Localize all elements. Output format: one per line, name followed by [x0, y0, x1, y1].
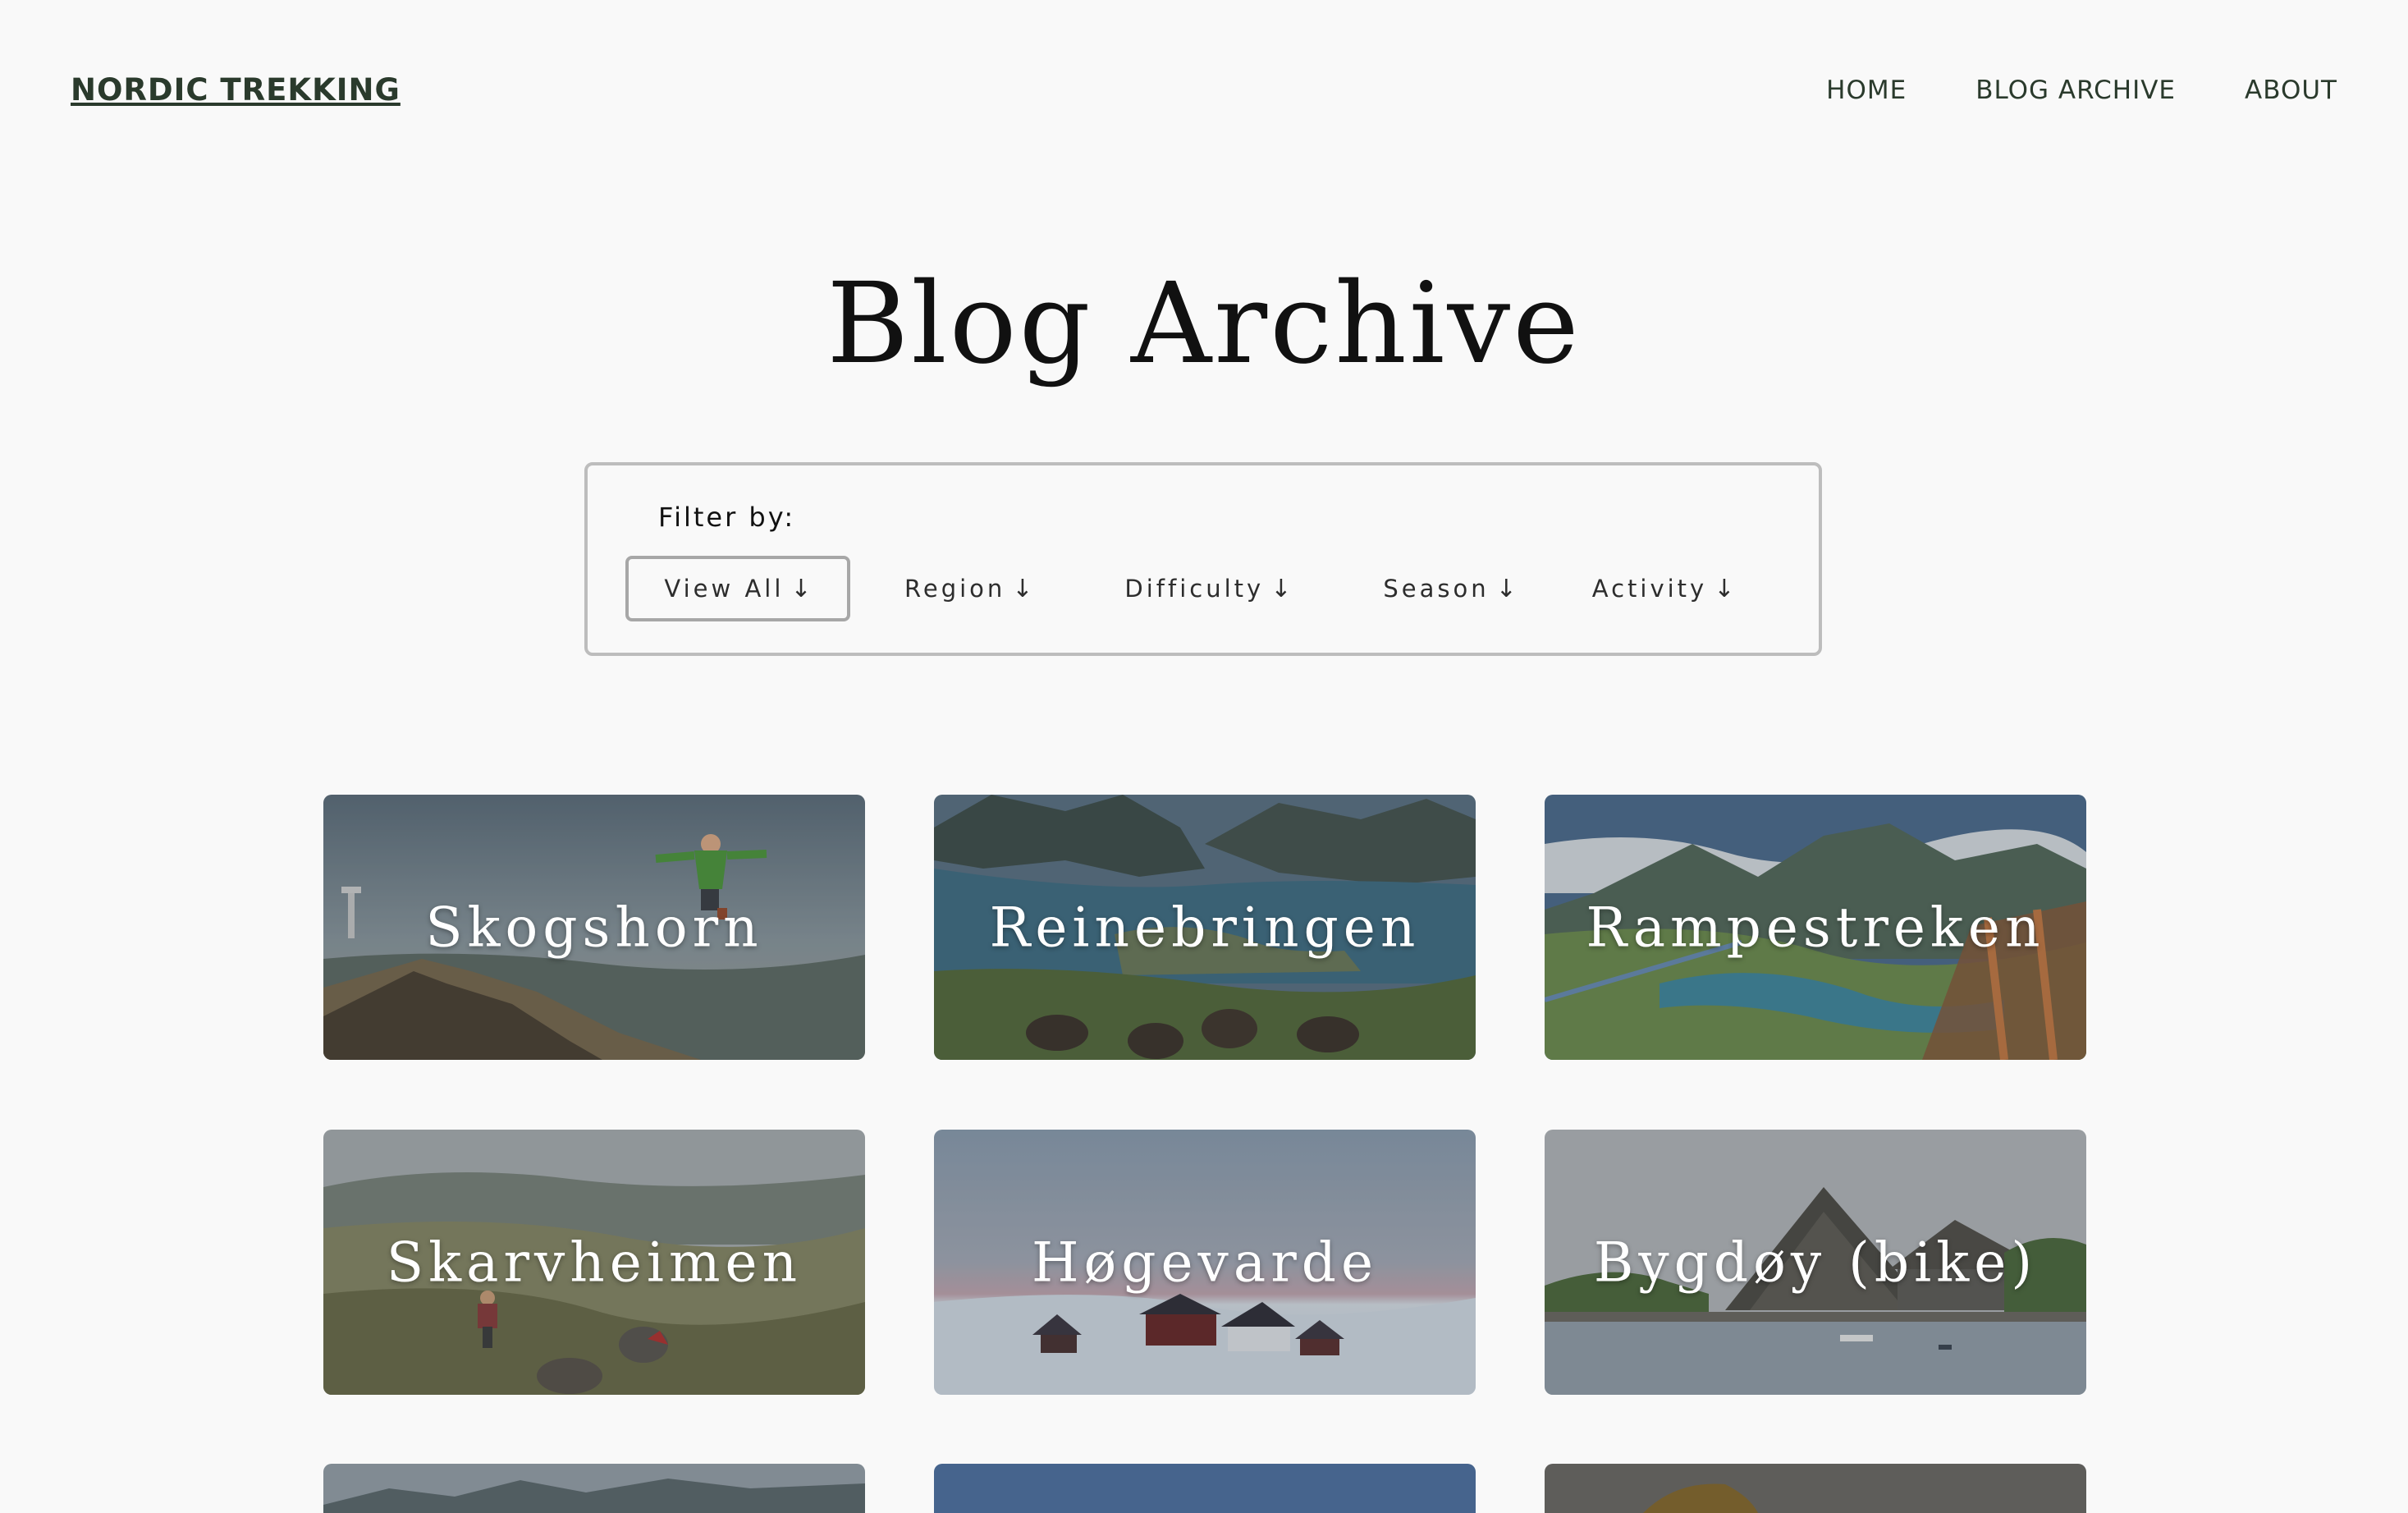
filter-season-dropdown[interactable]: Season ↓: [1383, 556, 1516, 621]
card-overlay: [1545, 1464, 2086, 1513]
brand-logo-link[interactable]: NORDIC TREKKING: [71, 72, 401, 108]
filter-option-label: Season: [1383, 575, 1490, 603]
filter-option-label: Activity: [1591, 575, 1708, 603]
arrow-down-icon: ↓: [790, 574, 812, 603]
post-card-skogshorn[interactable]: Skogshorn: [323, 795, 865, 1060]
arrow-down-icon: ↓: [1495, 574, 1517, 603]
post-card-partial[interactable]: [934, 1464, 1476, 1513]
post-card-partial[interactable]: [323, 1464, 865, 1513]
arrow-down-icon: ↓: [1270, 574, 1292, 603]
post-card-rampestreken[interactable]: Rampestreken: [1545, 795, 2086, 1060]
filter-option-label: View All: [664, 575, 785, 603]
nav-blog-archive-link[interactable]: BLOG ARCHIVE: [1975, 76, 2176, 105]
filter-region-dropdown[interactable]: Region ↓: [904, 556, 1032, 621]
post-card-hogevarde[interactable]: Høgevarde: [934, 1130, 1476, 1395]
nav-about-link[interactable]: ABOUT: [2245, 76, 2337, 105]
filter-label: Filter by:: [658, 502, 796, 533]
post-card-reinebringen[interactable]: Reinebringen: [934, 795, 1476, 1060]
arrow-down-icon: ↓: [1714, 574, 1735, 603]
post-card-partial[interactable]: [1545, 1464, 2086, 1513]
filter-difficulty-dropdown[interactable]: Difficulty ↓: [1124, 556, 1291, 621]
post-card-title: Skogshorn: [425, 896, 763, 959]
filter-view-all-button[interactable]: View All ↓: [625, 556, 850, 621]
card-overlay: [323, 1464, 865, 1513]
filter-panel: Filter by: View All ↓ Region ↓ Difficult…: [584, 462, 1822, 656]
post-card-bygdoy-bike[interactable]: Bygdøy (bike): [1545, 1130, 2086, 1395]
post-card-skarvheimen[interactable]: Skarvheimen: [323, 1130, 865, 1395]
card-overlay: [934, 1464, 1476, 1513]
post-card-title: Skarvheimen: [386, 1231, 803, 1294]
filter-option-label: Region: [904, 575, 1006, 603]
filter-activity-dropdown[interactable]: Activity ↓: [1592, 556, 1735, 621]
nav-home-link[interactable]: HOME: [1826, 76, 1907, 105]
arrow-down-icon: ↓: [1012, 574, 1033, 603]
post-card-title: Reinebringen: [989, 896, 1421, 959]
page-title: Blog Archive: [826, 259, 1582, 389]
post-card-title: Bygdøy (bike): [1593, 1231, 2038, 1294]
filter-options: View All ↓ Region ↓ Difficulty ↓ Season …: [625, 556, 1734, 621]
site-header: NORDIC TREKKING HOME BLOG ARCHIVE ABOUT: [0, 0, 2408, 185]
post-card-title: Rampestreken: [1586, 896, 2045, 959]
post-card-title: Høgevarde: [1031, 1231, 1379, 1294]
main-nav: HOME BLOG ARCHIVE ABOUT: [1826, 76, 2337, 105]
filter-option-label: Difficulty: [1124, 575, 1265, 603]
